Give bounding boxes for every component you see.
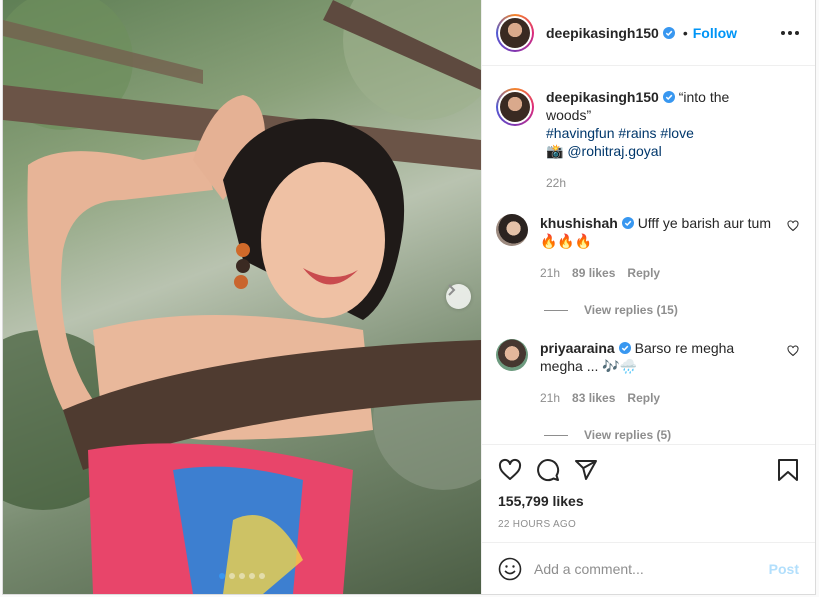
share-icon[interactable] xyxy=(574,458,598,482)
more-options-icon[interactable] xyxy=(781,30,799,35)
add-comment-bar: Post xyxy=(482,542,815,594)
comments-section: deepikasingh150 “into the woods” #having… xyxy=(482,66,815,444)
carousel-dot xyxy=(239,573,245,579)
caption-avatar[interactable] xyxy=(496,88,534,126)
verified-badge-icon xyxy=(618,342,631,354)
comment-age[interactable]: 21h xyxy=(540,264,560,282)
verified-badge-icon xyxy=(621,217,634,229)
comment-heart-icon[interactable] xyxy=(787,345,799,357)
carousel-indicator xyxy=(219,573,265,579)
caption-age[interactable]: 22h xyxy=(546,174,566,192)
commenter-avatar[interactable] xyxy=(496,339,528,371)
post-caption: deepikasingh150 “into the woods” #having… xyxy=(496,88,799,192)
comment-item: khushishah Ufff ye barish aur tum 🔥🔥🔥 21… xyxy=(496,214,799,282)
follow-button[interactable]: Follow xyxy=(693,25,737,41)
author-username[interactable]: deepikasingh150 xyxy=(546,25,659,41)
separator-dot: • xyxy=(682,24,688,41)
comment-likes[interactable]: 83 likes xyxy=(572,389,615,407)
comment-item: priyaaraina Barso re megha megha ... 🎶🌧️… xyxy=(496,339,799,407)
chevron-right-icon xyxy=(448,284,456,296)
post-timestamp[interactable]: 22 HOURS AGO xyxy=(498,519,799,530)
view-replies-button[interactable]: View replies (5) xyxy=(544,428,799,442)
caption-username[interactable]: deepikasingh150 xyxy=(546,89,659,105)
comment-age[interactable]: 21h xyxy=(540,389,560,407)
heart-icon[interactable] xyxy=(498,458,522,482)
comment-heart-icon[interactable] xyxy=(787,220,799,232)
action-bar xyxy=(498,455,799,485)
verified-badge-icon xyxy=(662,91,675,103)
post-header: deepikasingh150 • Follow xyxy=(482,0,815,66)
bookmark-icon[interactable] xyxy=(777,458,799,482)
carousel-next-button[interactable] xyxy=(446,284,471,309)
post-comment-button[interactable]: Post xyxy=(769,561,799,577)
post-sidebar: deepikasingh150 • Follow deepikasingh150… xyxy=(481,0,815,594)
commenter-username[interactable]: priyaaraina xyxy=(540,340,615,356)
post-card: deepikasingh150 • Follow deepikasingh150… xyxy=(2,0,816,595)
verified-badge-icon xyxy=(662,26,675,39)
caption-hashtags[interactable]: #havingfun #rains #love xyxy=(546,125,694,141)
like-count[interactable]: 155,799 likes xyxy=(498,493,799,509)
comment-icon[interactable] xyxy=(536,458,560,482)
carousel-dot xyxy=(219,573,225,579)
photo-illustration xyxy=(3,0,481,594)
post-photo[interactable] xyxy=(3,0,481,594)
view-replies-button[interactable]: View replies (15) xyxy=(544,303,799,317)
emoji-icon[interactable] xyxy=(498,557,522,581)
carousel-dot xyxy=(229,573,235,579)
comment-input[interactable] xyxy=(534,560,769,577)
caption-photo-credit[interactable]: 📸 @rohitraj.goyal xyxy=(546,143,662,159)
commenter-username[interactable]: khushishah xyxy=(540,215,618,231)
comment-likes[interactable]: 89 likes xyxy=(572,264,615,282)
carousel-dot xyxy=(259,573,265,579)
reply-button[interactable]: Reply xyxy=(627,264,660,282)
reply-button[interactable]: Reply xyxy=(627,389,660,407)
commenter-avatar[interactable] xyxy=(496,214,528,246)
carousel-dot xyxy=(249,573,255,579)
avatar[interactable] xyxy=(496,13,534,52)
post-actions-area: 155,799 likes 22 HOURS AGO xyxy=(482,444,815,542)
